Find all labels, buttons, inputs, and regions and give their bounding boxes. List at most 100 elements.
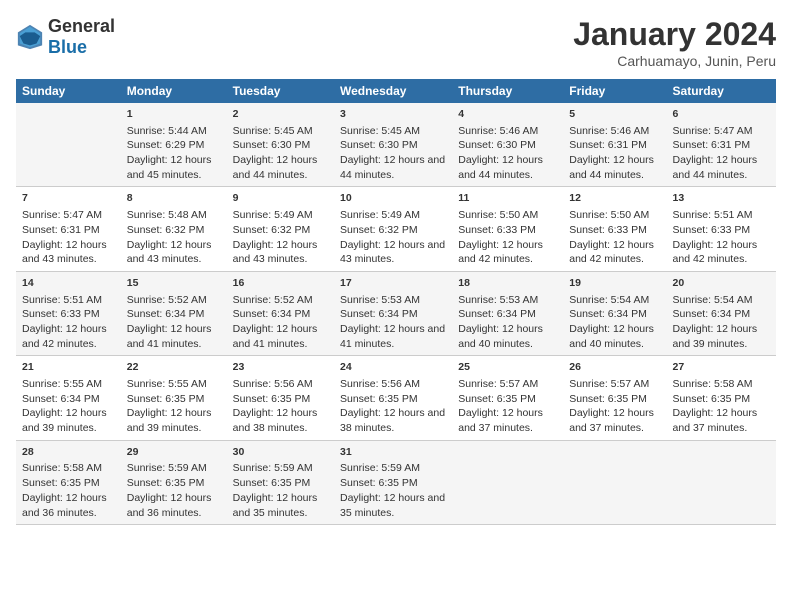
sunset: Sunset: 6:31 PM: [569, 139, 647, 151]
day-number: 9: [233, 191, 328, 206]
cell-3-3: 24Sunrise: 5:56 AMSunset: 6:35 PMDayligh…: [334, 356, 452, 440]
day-number: 6: [673, 107, 770, 122]
sunrise: Sunrise: 5:46 AM: [569, 125, 649, 137]
sunrise: Sunrise: 5:59 AM: [340, 462, 420, 474]
logo-general: General: [48, 16, 115, 36]
daylight: Daylight: 12 hours and 43 minutes.: [340, 239, 445, 266]
daylight: Daylight: 12 hours and 37 minutes.: [673, 407, 758, 434]
week-row-4: 28Sunrise: 5:58 AMSunset: 6:35 PMDayligh…: [16, 440, 776, 524]
sunset: Sunset: 6:35 PM: [458, 393, 536, 405]
day-number: 31: [340, 445, 446, 460]
sunset: Sunset: 6:35 PM: [673, 393, 751, 405]
sunset: Sunset: 6:30 PM: [340, 139, 418, 151]
day-number: 10: [340, 191, 446, 206]
week-row-1: 7Sunrise: 5:47 AMSunset: 6:31 PMDaylight…: [16, 187, 776, 271]
week-row-0: 1Sunrise: 5:44 AMSunset: 6:29 PMDaylight…: [16, 103, 776, 187]
sunset: Sunset: 6:33 PM: [22, 308, 100, 320]
cell-2-3: 17Sunrise: 5:53 AMSunset: 6:34 PMDayligh…: [334, 271, 452, 355]
daylight: Daylight: 12 hours and 42 minutes.: [569, 239, 654, 266]
day-number: 13: [673, 191, 770, 206]
cell-3-0: 21Sunrise: 5:55 AMSunset: 6:34 PMDayligh…: [16, 356, 121, 440]
sunset: Sunset: 6:34 PM: [233, 308, 311, 320]
daylight: Daylight: 12 hours and 40 minutes.: [569, 323, 654, 350]
sunrise: Sunrise: 5:49 AM: [340, 209, 420, 221]
week-row-2: 14 Sunrise: 5:51 AM Sunset: 6:33 PM Dayligh…: [16, 271, 776, 355]
daylight: Daylight: 12 hours and 40 minutes.: [458, 323, 543, 350]
header-tuesday: Tuesday: [227, 79, 334, 103]
cell-4-4: [452, 440, 563, 524]
day-number: 15: [127, 276, 221, 291]
sunset: Sunset: 6:35 PM: [340, 393, 418, 405]
day-number: 14: [22, 276, 115, 291]
cell-3-4: 25Sunrise: 5:57 AMSunset: 6:35 PMDayligh…: [452, 356, 563, 440]
sunrise: Sunrise: 5:47 AM: [673, 125, 753, 137]
sunset: Sunset: 6:33 PM: [569, 224, 647, 236]
daylight: Daylight: 12 hours and 37 minutes.: [458, 407, 543, 434]
sunset: Sunset: 6:30 PM: [458, 139, 536, 151]
logo-blue: Blue: [48, 37, 87, 57]
sunset: Sunset: 6:31 PM: [22, 224, 100, 236]
day-number: 3: [340, 107, 446, 122]
subtitle: Carhuamayo, Junin, Peru: [573, 53, 776, 69]
daylight: Daylight: 12 hours and 38 minutes.: [233, 407, 318, 434]
page: General Blue January 2024 Carhuamayo, Ju…: [0, 0, 792, 612]
cell-4-6: [667, 440, 776, 524]
sunset: Sunset: 6:34 PM: [458, 308, 536, 320]
daylight: Daylight: 12 hours and 37 minutes.: [569, 407, 654, 434]
cell-0-1: 1Sunrise: 5:44 AMSunset: 6:29 PMDaylight…: [121, 103, 227, 187]
daylight: Daylight: 12 hours and 44 minutes.: [458, 154, 543, 181]
sunrise: Sunrise: 5:56 AM: [340, 378, 420, 390]
cell-0-4: 4 Sunrise: 5:46 AM Sunset: 6:30 PM Daylight…: [452, 103, 563, 187]
cell-4-2: 30Sunrise: 5:59 AMSunset: 6:35 PMDayligh…: [227, 440, 334, 524]
day-number: 5: [569, 107, 660, 122]
daylight: Daylight: 12 hours and 41 minutes.: [340, 323, 445, 350]
cell-4-1: 29Sunrise: 5:59 AMSunset: 6:35 PMDayligh…: [121, 440, 227, 524]
daylight: Daylight: 12 hours and 42 minutes.: [458, 239, 543, 266]
day-number: 29: [127, 445, 221, 460]
daylight: Daylight: 12 hours and 42 minutes.: [673, 239, 758, 266]
day-number: 16: [233, 276, 328, 291]
day-number: 4: [458, 107, 557, 122]
sunrise: Sunrise: 5:46 AM: [458, 125, 538, 137]
cell-1-1: 8Sunrise: 5:48 AMSunset: 6:32 PMDaylight…: [121, 187, 227, 271]
sunset: Sunset: 6:30 PM: [233, 139, 311, 151]
sunset: Sunset: 6:31 PM: [673, 139, 751, 151]
sunrise: Sunrise: 5:56 AM: [233, 378, 313, 390]
cell-1-2: 9Sunrise: 5:49 AMSunset: 6:32 PMDaylight…: [227, 187, 334, 271]
daylight: Daylight: 12 hours and 43 minutes.: [127, 239, 212, 266]
sunrise: Sunrise: 5:45 AM: [340, 125, 420, 137]
cell-4-0: 28Sunrise: 5:58 AMSunset: 6:35 PMDayligh…: [16, 440, 121, 524]
sunrise: Sunrise: 5:44 AM: [127, 125, 207, 137]
daylight: Daylight: 12 hours and 39 minutes.: [673, 323, 758, 350]
daylight: Daylight: 12 hours and 44 minutes.: [233, 154, 318, 181]
sunrise: Sunrise: 5:45 AM: [233, 125, 313, 137]
daylight: Daylight: 12 hours and 43 minutes.: [22, 239, 107, 266]
title-block: January 2024 Carhuamayo, Junin, Peru: [573, 16, 776, 69]
daylight: Daylight: 12 hours and 41 minutes.: [233, 323, 318, 350]
sunset: Sunset: 6:35 PM: [127, 477, 205, 489]
sunrise: Sunrise: 5:52 AM: [233, 294, 313, 306]
day-number: 2: [233, 107, 328, 122]
sunset: Sunset: 6:34 PM: [569, 308, 647, 320]
header-monday: Monday: [121, 79, 227, 103]
sunrise: Sunrise: 5:51 AM: [22, 294, 102, 306]
daylight: Daylight: 12 hours and 36 minutes.: [22, 492, 107, 519]
sunset: Sunset: 6:34 PM: [673, 308, 751, 320]
cell-4-5: [563, 440, 666, 524]
sunset: Sunset: 6:35 PM: [127, 393, 205, 405]
sunset: Sunset: 6:34 PM: [127, 308, 205, 320]
logo: General Blue: [16, 16, 115, 58]
cell-1-5: 12Sunrise: 5:50 AMSunset: 6:33 PMDayligh…: [563, 187, 666, 271]
sunrise: Sunrise: 5:53 AM: [340, 294, 420, 306]
sunrise: Sunrise: 5:53 AM: [458, 294, 538, 306]
header-friday: Friday: [563, 79, 666, 103]
sunset: Sunset: 6:35 PM: [22, 477, 100, 489]
sunrise: Sunrise: 5:55 AM: [127, 378, 207, 390]
daylight: Daylight: 12 hours and 44 minutes.: [340, 154, 445, 181]
day-number: 7: [22, 191, 115, 206]
sunrise: Sunrise: 5:57 AM: [458, 378, 538, 390]
sunrise: Sunrise: 5:51 AM: [673, 209, 753, 221]
sunrise: Sunrise: 5:59 AM: [127, 462, 207, 474]
cell-2-0: 14Sunrise: 5:51 AMSunset: 6:33 PMDayligh…: [16, 271, 121, 355]
header-saturday: Saturday: [667, 79, 776, 103]
